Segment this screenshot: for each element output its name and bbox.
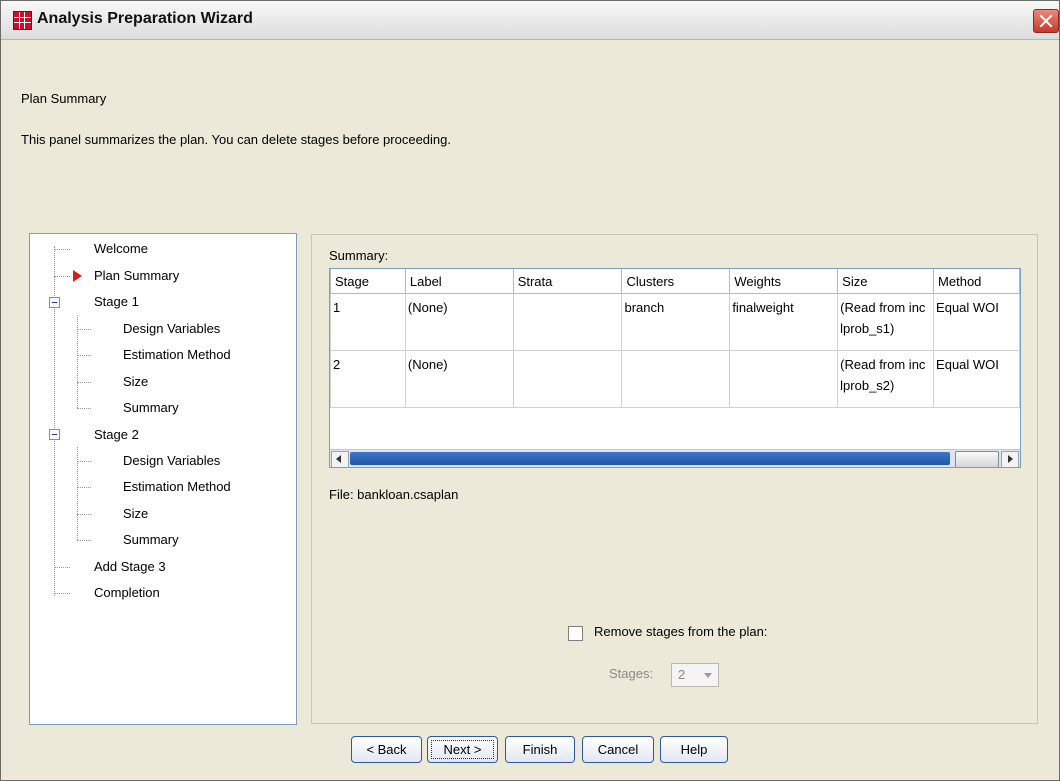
summary-grid: Stage Label Strata Clusters Weights Size… — [330, 269, 1020, 408]
remove-stages-checkbox[interactable] — [568, 626, 583, 641]
nav-item-stage-1[interactable]: Stage 1 — [94, 291, 139, 313]
scrollbar-thumb[interactable] — [955, 451, 999, 467]
nav-item-label: Completion — [94, 585, 160, 600]
nav-item-label: Design Variables — [123, 453, 221, 468]
plan-file-label: File: bankloan.csaplan — [329, 487, 459, 502]
chevron-down-icon — [704, 673, 712, 678]
table-cell: (None) — [404, 350, 514, 408]
column-header[interactable]: Clusters — [621, 269, 731, 294]
window-title: Analysis Preparation Wizard — [37, 10, 253, 27]
stages-label: Stages: — [609, 666, 654, 681]
help-button[interactable]: Help — [660, 736, 728, 763]
column-header[interactable]: Method — [933, 269, 1020, 294]
column-header[interactable]: Weights — [729, 269, 839, 294]
table-cell: branch — [621, 293, 731, 351]
nav-item-label: Size — [123, 374, 149, 389]
summary-table[interactable]: Stage Label Strata Clusters Weights Size… — [329, 268, 1021, 468]
grid-table-icon — [13, 11, 32, 30]
current-step-arrow-icon — [73, 270, 82, 282]
stages-select-value: 2 — [678, 667, 686, 682]
horizontal-scrollbar[interactable] — [330, 449, 1020, 467]
title-bar: Analysis Preparation Wizard — [1, 1, 1059, 40]
close-icon[interactable] — [1033, 9, 1059, 33]
nav-item-label: Stage 2 — [94, 427, 139, 442]
nav-item-label: Size — [123, 506, 149, 521]
table-cell: 1 — [330, 293, 406, 351]
column-header[interactable]: Strata — [512, 269, 623, 294]
nav-item-stage-2-size[interactable]: Size — [123, 503, 148, 525]
table-cell — [512, 293, 623, 351]
table-cell — [729, 350, 839, 408]
table-cell: finalweight — [729, 293, 839, 351]
column-header[interactable]: Label — [404, 269, 514, 294]
nav-item-label: Welcome — [94, 241, 148, 256]
nav-item-label: Design Variables — [123, 321, 221, 336]
scroll-right-icon[interactable] — [1001, 451, 1019, 467]
nav-item-plan-summary[interactable]: Plan Summary — [94, 265, 179, 287]
stages-select: 2 — [671, 663, 719, 687]
page-description: This panel summarizes the plan. You can … — [21, 132, 451, 147]
nav-item-stage-1-estimation-method[interactable]: Estimation Method — [123, 344, 231, 366]
nav-item-label: Add Stage 3 — [94, 559, 166, 574]
table-row[interactable]: 1 (None) branch finalweight (Read from i… — [330, 293, 1020, 351]
nav-item-stage-2-summary[interactable]: Summary — [123, 529, 179, 551]
remove-stages-label[interactable]: Remove stages from the plan: — [594, 624, 767, 639]
table-cell: Equal WOI — [933, 350, 1020, 408]
nav-item-label: Summary — [123, 532, 179, 547]
nav-item-welcome[interactable]: Welcome — [94, 238, 148, 260]
column-header[interactable]: Stage — [330, 269, 406, 294]
page-heading: Plan Summary — [21, 91, 107, 106]
table-cell — [512, 350, 623, 408]
scroll-left-icon[interactable] — [331, 451, 349, 467]
next-button[interactable]: Next > — [427, 736, 498, 763]
column-header[interactable]: Size — [837, 269, 935, 294]
nav-item-stage-1-size[interactable]: Size — [123, 371, 148, 393]
nav-item-stage-1-design-variables[interactable]: Design Variables — [123, 318, 220, 340]
nav-item-completion[interactable]: Completion — [94, 582, 160, 604]
summary-label: Summary: — [329, 248, 389, 263]
collapse-stage-1-icon[interactable] — [49, 297, 60, 308]
nav-item-stage-2[interactable]: Stage 2 — [94, 424, 139, 446]
wizard-window: Analysis Preparation Wizard Plan Summary… — [0, 0, 1060, 781]
table-cell — [621, 350, 731, 408]
table-cell: (Read from inc lprob_s1) — [837, 293, 935, 351]
scrollbar-track[interactable] — [350, 452, 950, 465]
table-cell: (None) — [404, 293, 514, 351]
nav-item-add-stage-3[interactable]: Add Stage 3 — [94, 556, 166, 578]
table-cell: 2 — [330, 350, 406, 408]
nav-item-stage-1-summary[interactable]: Summary — [123, 397, 179, 419]
wizard-step-tree: Welcome Plan Summary Stage 1 Design Vari… — [29, 233, 297, 725]
nav-item-label: Estimation Method — [123, 479, 231, 494]
nav-item-stage-2-estimation-method[interactable]: Estimation Method — [123, 476, 231, 498]
summary-panel: Summary: Stage Label Strata Clusters Wei… — [311, 234, 1038, 724]
nav-item-label: Summary — [123, 400, 179, 415]
nav-item-stage-2-design-variables[interactable]: Design Variables — [123, 450, 220, 472]
nav-item-label: Stage 1 — [94, 294, 139, 309]
back-button[interactable]: < Back — [351, 736, 422, 763]
cancel-button[interactable]: Cancel — [582, 736, 654, 763]
nav-item-label: Estimation Method — [123, 347, 231, 362]
table-row[interactable]: 2 (None) (Read from inc lprob_s2) Equal … — [330, 350, 1020, 408]
table-cell: (Read from inc lprob_s2) — [837, 350, 935, 408]
finish-button[interactable]: Finish — [505, 736, 575, 763]
table-header-row: Stage Label Strata Clusters Weights Size… — [330, 269, 1020, 294]
nav-item-label: Plan Summary — [94, 268, 180, 283]
table-cell: Equal WOI — [933, 293, 1020, 351]
collapse-stage-2-icon[interactable] — [49, 429, 60, 440]
